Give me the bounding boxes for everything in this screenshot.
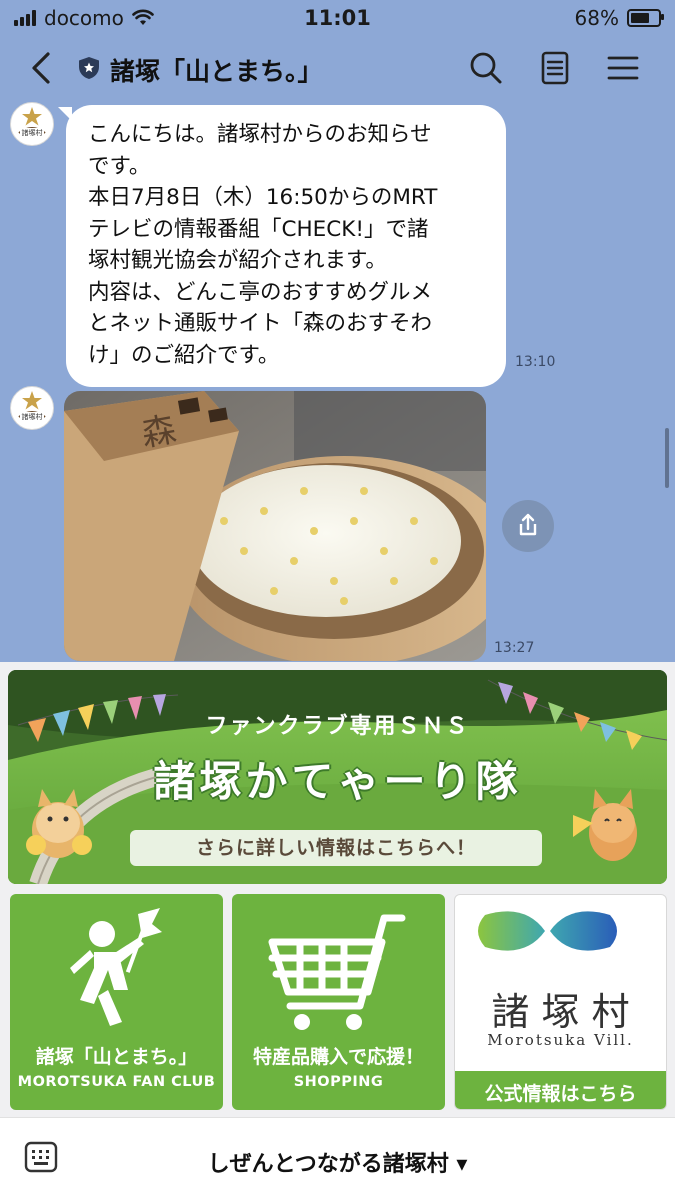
message-line: とネット通販サイト「森のおすそわ [88, 311, 433, 336]
flag-runner-icon [70, 908, 162, 1026]
shopping-tile[interactable]: 特産品購入で応援！ SHOPPING [232, 894, 445, 1110]
rich-menu: ファンクラブ専用ＳＮＳ 諸塚かてゃーり隊 さらに詳しい情報はこちらへ！ 諸塚「山… [0, 662, 675, 1117]
message-bubble[interactable]: こんにちは。諸塚村からのお知らせ です。 本日7月8日（木）16:50からのMR… [58, 105, 506, 387]
chat-title: 諸塚「山とまち。」 [110, 57, 323, 86]
banner-subtitle: ファンクラブ専用ＳＮＳ [205, 714, 470, 739]
bottom-bar: しぜんとつながる諸塚村 ▾ [0, 1117, 675, 1201]
message-line: 内容は、どんこ亭のおすすめグルメ [88, 279, 433, 305]
share-button[interactable] [502, 500, 554, 552]
status-bar: docomo 11:01 68% [0, 0, 675, 36]
tile-label: 特産品購入で応援！ [252, 1046, 424, 1068]
village-name: 諸塚村 [491, 990, 642, 1034]
scrollbar[interactable] [665, 428, 669, 488]
rice-bowl-image: 森 [64, 391, 486, 661]
tile-sublabel: SHOPPING [293, 1074, 384, 1090]
svg-text:諸塚村: 諸塚村 [22, 412, 43, 421]
svg-text:森: 森 [139, 410, 179, 455]
richmenu-toggle[interactable]: しぜんとつながる諸塚村 ▾ [0, 1146, 675, 1178]
battery-percent: 68% [574, 6, 619, 30]
village-logo [478, 911, 617, 951]
message-line: テレビの情報番組「CHECK!」で諸 [88, 216, 429, 242]
svg-text:諸塚村: 諸塚村 [22, 128, 43, 137]
morotsuka-logo-icon: 諸塚村 [18, 107, 46, 137]
status-right: 68% [574, 6, 664, 30]
tile-label: 諸塚「山とまち。」 [35, 1046, 198, 1068]
notes-icon[interactable] [537, 50, 573, 86]
tile-label: 公式情報はこちら [484, 1083, 637, 1105]
hamburger-menu-icon[interactable] [605, 50, 641, 86]
battery-icon [627, 9, 664, 27]
rice-photo[interactable]: 森 [64, 391, 486, 661]
message-time: 13:10 [515, 354, 556, 370]
chat-header: 諸塚「山とまち。」 [0, 36, 675, 102]
message-line: 塚村観光協会が紹介されます。 [88, 248, 387, 273]
message-time: 13:27 [494, 640, 535, 656]
message-line: 本日7月8日（木）16:50からのMRT [88, 185, 438, 210]
banner-title: 諸塚かてゃーり隊 [153, 757, 522, 806]
message-line: です。 [88, 153, 151, 179]
search-icon[interactable] [468, 50, 504, 86]
morotsuka-logo-icon: 諸塚村 [18, 391, 46, 421]
message-line: こんにちは。諸塚村からのお知らせ [88, 122, 432, 147]
official-info-tile[interactable]: 諸塚村 Morotsuka Vill. 公式情報はこちら [454, 894, 667, 1110]
fanclub-tile[interactable]: 諸塚「山とまち。」 MOROTSUKA FAN CLUB [10, 894, 223, 1110]
back-chevron-icon[interactable] [22, 46, 62, 90]
tile-sublabel: MOROTSUKA FAN CLUB [17, 1074, 216, 1090]
message-line: け」のご紹介です。 [88, 342, 280, 368]
shopping-cart-icon [268, 914, 406, 1030]
avatar[interactable]: 諸塚村 [10, 102, 54, 146]
chat-area[interactable]: 諸塚村 こんにちは。諸塚村からのお知らせ です。 本日7月8日（木）16:50か… [0, 102, 675, 662]
village-name-roman: Morotsuka Vill. [487, 1031, 634, 1049]
banner-cta: さらに詳しい情報はこちらへ！ [130, 830, 542, 866]
fanclub-banner[interactable]: ファンクラブ専用ＳＮＳ 諸塚かてゃーり隊 さらに詳しい情報はこちらへ！ [8, 670, 667, 884]
share-icon [519, 513, 537, 536]
avatar[interactable]: 諸塚村 [10, 386, 54, 430]
official-shield-icon [79, 57, 99, 79]
